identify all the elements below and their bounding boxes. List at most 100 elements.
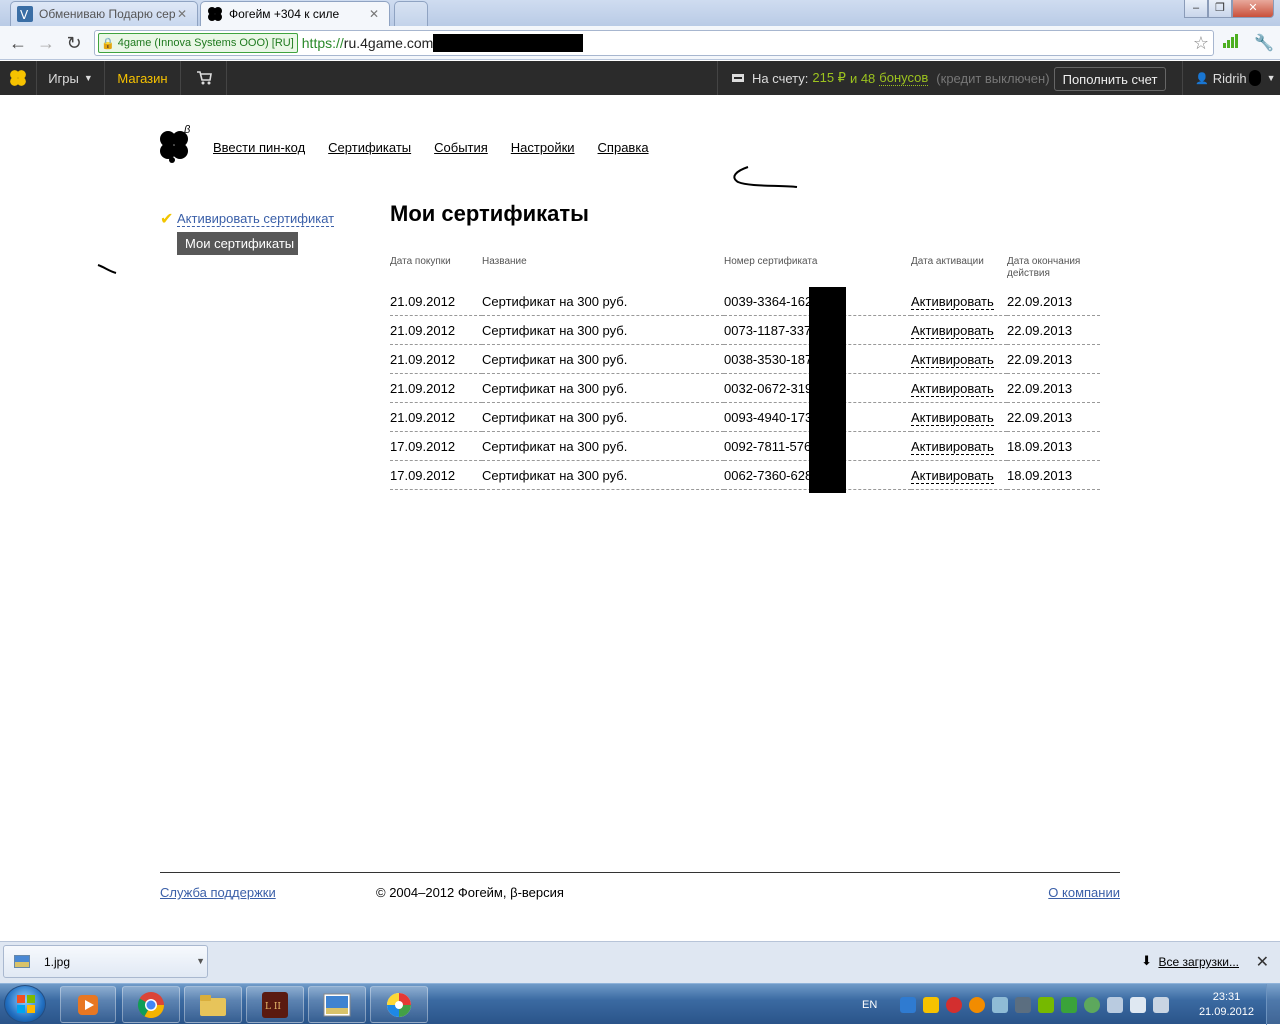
picasa-icon[interactable] xyxy=(370,986,428,1023)
browser-tab-1[interactable]: V Обмениваю Подарю серт ✕ xyxy=(10,1,198,26)
drawn-mark xyxy=(97,264,117,274)
language-indicator[interactable]: EN xyxy=(862,999,877,1011)
support-link[interactable]: Служба поддержки xyxy=(160,885,276,900)
games-menu[interactable]: Игры ▼ xyxy=(37,61,105,95)
checkmark-icon: ✔ xyxy=(160,211,174,228)
forward-arrow-icon[interactable]: → xyxy=(34,31,58,55)
tray-shield-icon[interactable] xyxy=(900,996,917,1013)
tray-network-icon[interactable] xyxy=(992,996,1009,1013)
restore-icon[interactable]: ❐ xyxy=(1208,0,1232,18)
certificate-number-cell: 0073-1187-337 xyxy=(724,323,812,338)
topup-button[interactable]: Пополнить счет xyxy=(1054,67,1166,91)
tray-4game-icon[interactable] xyxy=(923,996,940,1013)
drawn-arrow-mark xyxy=(733,166,798,188)
tray-opera-icon[interactable] xyxy=(946,996,963,1013)
tray-flag-icon[interactable] xyxy=(1153,996,1170,1013)
tray-device-icon[interactable] xyxy=(1107,996,1124,1013)
certificate-name-cell: Сертификат на 300 руб. xyxy=(482,468,628,483)
activation-cell: Активировать xyxy=(911,402,1007,432)
certificate-name-cell: Сертификат на 300 руб. xyxy=(482,402,724,432)
expiry-date-cell: 22.09.2013 xyxy=(1007,402,1100,432)
activate-link[interactable]: Активировать xyxy=(911,293,994,310)
certificate-number-cell: 0038-3530-187 xyxy=(724,352,813,367)
expiry-date-cell: 18.09.2013 xyxy=(1007,460,1100,490)
bonus-count: и 48 xyxy=(849,70,876,86)
expiry-date-cell: 18.09.2013 xyxy=(1007,439,1073,454)
nav-settings[interactable]: Настройки xyxy=(511,140,575,155)
header-expiry: Дата окончания действия xyxy=(1007,256,1081,279)
start-button[interactable] xyxy=(4,985,46,1023)
address-bar[interactable]: 🔒 4game (Innova Systems OOO) [RU] https:… xyxy=(94,30,1214,56)
browser-tab-2[interactable]: Фогейм +304 к силе ✕ xyxy=(200,1,390,26)
certificate-name-cell: Сертификат на 300 руб. xyxy=(482,286,724,316)
certificate-name-cell: Сертификат на 300 руб. xyxy=(482,460,724,490)
header-purchase-date: Дата покупки xyxy=(390,256,451,267)
activate-certificate-link[interactable]: Активировать сертификат xyxy=(177,211,335,227)
activate-link[interactable]: Активировать xyxy=(911,468,994,484)
chrome-icon[interactable] xyxy=(122,986,180,1023)
chevron-down-icon[interactable]: ▼ xyxy=(196,956,205,966)
certificate-number-cell: 0062-7360-628 xyxy=(724,468,813,483)
show-desktop-button[interactable] xyxy=(1266,984,1280,1025)
certificate-number-cell: 0032-0672-319 xyxy=(724,381,813,396)
purchase-date-cell: 17.09.2012 xyxy=(390,468,456,483)
side-menu: ✔ Активировать сертификат Мои сертификат… xyxy=(160,209,335,255)
purchase-date-cell: 21.09.2012 xyxy=(390,402,482,432)
ev-certificate-badge[interactable]: 🔒 4game (Innova Systems OOO) [RU] xyxy=(98,33,298,53)
tray-nvidia-icon[interactable] xyxy=(1038,996,1055,1013)
volume-icon[interactable] xyxy=(1130,996,1147,1013)
activate-link[interactable]: Активировать xyxy=(911,381,994,397)
activation-cell: Активировать xyxy=(911,315,1007,345)
tray-antivirus-icon[interactable] xyxy=(1015,996,1032,1013)
nav-events[interactable]: События xyxy=(434,140,488,155)
4game-favicon-icon xyxy=(207,6,223,22)
activation-cell: Активировать xyxy=(911,460,1007,490)
activate-link[interactable]: Активировать xyxy=(911,439,994,455)
activate-link[interactable]: Активировать xyxy=(911,352,994,368)
tray-security-icon[interactable] xyxy=(1084,996,1101,1013)
back-arrow-icon[interactable]: ← xyxy=(6,31,30,55)
table-row: 21.09.2012 Сертификат на 300 руб. 0093-494… xyxy=(390,402,1100,432)
signal-bars-icon[interactable] xyxy=(1222,33,1238,54)
activation-cell: Активировать xyxy=(911,431,1007,461)
svg-text:V: V xyxy=(20,8,29,22)
close-tab-icon[interactable]: ✕ xyxy=(367,7,381,21)
header-name: Название xyxy=(482,256,527,267)
close-icon[interactable]: ✕ xyxy=(1256,952,1269,972)
bookmark-star-icon[interactable]: ☆ xyxy=(1193,33,1209,54)
nav-certificates[interactable]: Сертификаты xyxy=(328,140,411,155)
about-link[interactable]: О компании xyxy=(1048,885,1120,900)
image-viewer-icon[interactable] xyxy=(308,986,366,1023)
tray-app-icon[interactable] xyxy=(969,996,986,1013)
media-player-icon[interactable] xyxy=(60,986,116,1023)
system-clock[interactable]: 23:31 21.09.2012 xyxy=(1199,990,1254,1020)
lineage-game-icon[interactable]: L II xyxy=(246,986,304,1023)
purchase-date-cell: 21.09.2012 xyxy=(390,286,482,316)
activate-link[interactable]: Активировать xyxy=(911,323,994,339)
shop-link[interactable]: Магазин xyxy=(105,61,181,95)
page-title: Мои сертификаты xyxy=(390,201,589,226)
minimize-icon[interactable]: – xyxy=(1184,0,1208,18)
new-tab-button[interactable] xyxy=(394,1,428,26)
activate-link[interactable]: Активировать xyxy=(911,410,994,426)
wrench-icon[interactable]: 🔧 xyxy=(1254,33,1274,53)
nav-enter-pin[interactable]: Ввести пин-код xyxy=(213,140,305,155)
reload-icon[interactable]: ↻ xyxy=(62,31,86,55)
4game-logo-icon[interactable] xyxy=(0,61,37,95)
redaction-block xyxy=(809,287,846,493)
all-downloads-link[interactable]: Все загрузки... xyxy=(1158,955,1239,969)
window-close-icon[interactable]: ✕ xyxy=(1232,0,1274,18)
user-icon: 👤 xyxy=(1195,72,1209,85)
activation-cell: Активировать xyxy=(911,344,1007,374)
user-menu[interactable]: 👤 Ridrih ▼ xyxy=(1182,61,1280,95)
download-item[interactable]: 1.jpg ▼ xyxy=(3,945,208,978)
bonus-link[interactable]: бонусов xyxy=(879,70,929,86)
side-item-activate[interactable]: ✔ Активировать сертификат xyxy=(160,209,335,229)
side-item-my-certificates[interactable]: Мои сертификаты xyxy=(177,232,298,255)
tray-check-icon[interactable] xyxy=(1061,996,1078,1013)
explorer-folder-icon[interactable] xyxy=(184,986,242,1023)
cart-icon[interactable] xyxy=(181,61,227,95)
close-tab-icon[interactable]: ✕ xyxy=(175,7,189,21)
expiry-date-cell: 22.09.2013 xyxy=(1007,344,1100,374)
nav-help[interactable]: Справка xyxy=(598,140,649,155)
